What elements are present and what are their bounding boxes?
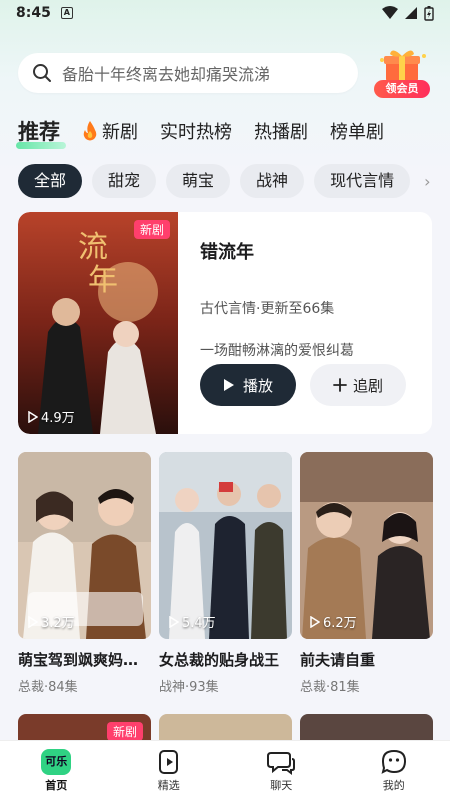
status-icons <box>382 5 434 21</box>
featured-poster-image: 流 年 <box>18 212 178 434</box>
chip-modern-romance[interactable]: 现代言情 <box>314 164 411 198</box>
nav-chat[interactable]: 聊天 <box>246 749 316 793</box>
status-bar: 8:45 A <box>0 0 450 26</box>
featured-card[interactable]: 流 年 新剧 4.9万 错流年 古代言情·更新至66集 一场酣畅淋漓的爱恨纠葛 … <box>18 212 432 434</box>
nav-label: 首页 <box>45 778 68 792</box>
play-count-value: 6.2万 <box>323 616 357 631</box>
play-outline-icon <box>28 615 38 628</box>
chip-war-god[interactable]: 战神 <box>240 164 305 198</box>
play-icon <box>223 379 234 391</box>
tab-new-drama[interactable]: 新剧 <box>82 118 138 144</box>
featured-meta: 古代言情·更新至66集 <box>200 301 335 317</box>
drama-poster-image <box>18 452 151 639</box>
play-count-value: 3.2万 <box>41 616 75 631</box>
featured-desc: 一场酣畅淋漓的爱恨纠葛 <box>200 343 354 359</box>
play-count: 5.4万 <box>169 612 216 631</box>
tab-realtime-hot[interactable]: 实时热榜 <box>160 118 232 144</box>
drama-title: 女总裁的贴身战王 <box>159 651 280 669</box>
search-placeholder: 备胎十年终离去她却痛哭流涕 <box>62 65 271 84</box>
home-logo-icon: 可乐 <box>41 748 72 775</box>
wifi-icon <box>382 6 398 19</box>
chat-icon <box>267 751 296 775</box>
play-outline-icon <box>169 615 179 628</box>
search-icon <box>33 64 51 82</box>
tab-recommend[interactable]: 推荐 <box>16 116 66 149</box>
tab-label: 榜单剧 <box>330 122 384 143</box>
profile-icon <box>381 749 406 774</box>
play-count-value: 5.4万 <box>182 616 216 631</box>
tab-hot-play[interactable]: 热播剧 <box>254 118 308 144</box>
nav-label: 我的 <box>382 778 405 792</box>
vip-label: 领会员 <box>374 80 430 98</box>
tab-ranking[interactable]: 榜单剧 <box>330 118 384 144</box>
drama-meta: 战神·93集 <box>159 680 219 695</box>
nav-label: 精选 <box>157 778 180 792</box>
search-row: 备胎十年终离去她却痛哭流涕 领会员 <box>18 50 438 98</box>
chip-sweet[interactable]: 甜宠 <box>92 164 157 198</box>
drama-title: 前夫请自重 <box>300 651 376 669</box>
play-outline-icon <box>310 615 320 628</box>
tab-label: 新剧 <box>102 122 138 143</box>
notification-icon: A <box>60 7 73 19</box>
featured-actions: 播放 追剧 <box>200 364 406 406</box>
svg-text:流: 流 <box>78 230 108 265</box>
category-tabs: 推荐 新剧 实时热榜 热播剧 榜单剧 <box>16 116 438 149</box>
genre-chips: 全部 甜宠 萌宝 战神 现代言情 › <box>18 164 448 198</box>
drama-card[interactable]: 5.4万 女总裁的贴身战王 战神·93集 <box>159 452 292 695</box>
drama-poster-image <box>159 452 292 639</box>
drama-card[interactable]: 3.2万 萌宝驾到飒爽妈… 总裁·84集 <box>18 452 151 695</box>
svg-text:年: 年 <box>88 263 118 298</box>
bottom-nav: 可乐 首页 精选 聊天 我的 <box>0 740 450 800</box>
play-doc-icon <box>158 749 178 774</box>
play-count: 3.2万 <box>28 612 75 631</box>
drama-thumbnail[interactable]: 6.2万 <box>300 452 433 639</box>
plus-icon <box>333 378 347 392</box>
drama-meta: 总裁·81集 <box>300 680 360 695</box>
fire-icon <box>83 121 97 141</box>
nav-profile[interactable]: 我的 <box>359 749 429 793</box>
status-time: 8:45 <box>16 5 51 21</box>
search-input[interactable]: 备胎十年终离去她却痛哭流涕 <box>18 53 358 93</box>
drama-thumbnail[interactable]: 3.2万 <box>18 452 151 639</box>
drama-poster-image <box>300 452 433 639</box>
tab-label: 热播剧 <box>254 122 308 143</box>
play-count: 6.2万 <box>310 612 357 631</box>
signal-icon <box>405 7 417 19</box>
new-badge: 新剧 <box>133 220 170 239</box>
play-button[interactable]: 播放 <box>200 364 296 406</box>
featured-title: 错流年 <box>200 242 254 263</box>
drama-grid: 3.2万 萌宝驾到飒爽妈… 总裁·84集 5.4万 女总裁的贴身战王 战神·93… <box>18 452 433 695</box>
follow-button-label: 追剧 <box>352 376 383 395</box>
play-outline-icon <box>28 410 38 423</box>
follow-button[interactable]: 追剧 <box>310 364 406 406</box>
chevron-right-icon[interactable]: › <box>424 172 430 191</box>
featured-poster[interactable]: 流 年 新剧 4.9万 <box>18 212 178 434</box>
nav-home[interactable]: 可乐 首页 <box>21 748 91 793</box>
chip-baby[interactable]: 萌宝 <box>166 164 231 198</box>
play-count: 4.9万 <box>28 407 75 426</box>
vip-button[interactable]: 领会员 <box>374 46 430 98</box>
new-badge: 新剧 <box>106 722 143 741</box>
tab-label: 推荐 <box>18 120 60 144</box>
drama-meta: 总裁·84集 <box>18 680 78 695</box>
battery-icon <box>424 5 434 21</box>
play-count-value: 4.9万 <box>41 411 75 426</box>
chip-all[interactable]: 全部 <box>18 164 83 198</box>
drama-title: 萌宝驾到飒爽妈… <box>18 651 139 669</box>
nav-featured[interactable]: 精选 <box>134 749 204 793</box>
nav-label: 聊天 <box>270 778 293 792</box>
drama-card[interactable]: 6.2万 前夫请自重 总裁·81集 <box>300 452 433 695</box>
drama-thumbnail[interactable]: 5.4万 <box>159 452 292 639</box>
featured-info: 错流年 古代言情·更新至66集 一场酣畅淋漓的爱恨纠葛 播放 追剧 <box>178 212 432 434</box>
play-button-label: 播放 <box>242 376 273 395</box>
tab-label: 实时热榜 <box>160 122 232 143</box>
